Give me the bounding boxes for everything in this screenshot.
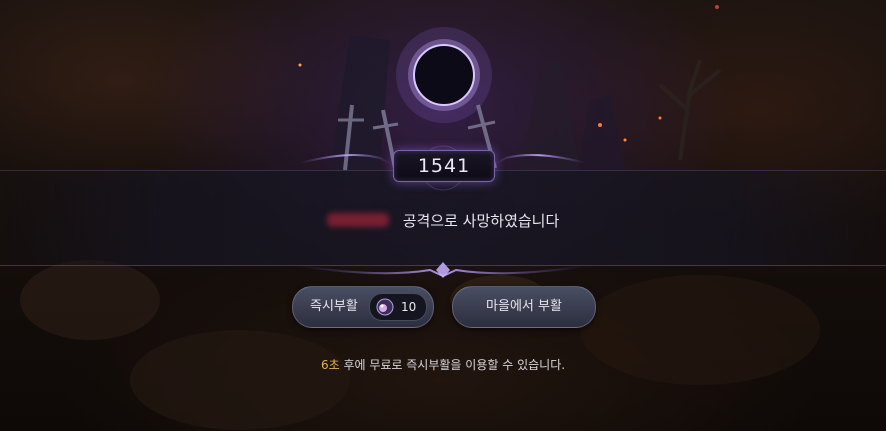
instant-revive-button[interactable]: 즉시부활 10: [292, 286, 434, 328]
town-revive-label: 마을에서 부활: [486, 299, 562, 314]
town-revive-button[interactable]: 마을에서 부활: [452, 286, 596, 328]
death-screen: 1541 공격으로 사망하였습니다 즉시부활 10 마을에서 부활 6초 후에 …: [0, 0, 886, 431]
death-message: 공격으로 사망하였습니다: [0, 210, 886, 231]
death-message-text: 공격으로 사망하였습니다: [402, 212, 560, 230]
revive-cost-value: 10: [401, 300, 417, 314]
attacker-name-blurred: [326, 213, 389, 227]
free-revive-text: 후에 무료로 즉시부활을 이용할 수 있습니다.: [339, 358, 566, 372]
revive-timer: 1541: [393, 150, 495, 182]
free-revive-seconds: 6초: [320, 358, 340, 372]
free-revive-notice: 6초 후에 무료로 즉시부활을 이용할 수 있습니다.: [0, 356, 886, 373]
revive-gem-icon: [376, 298, 394, 316]
instant-revive-label: 즉시부활: [310, 299, 358, 314]
revive-cost-badge: 10: [369, 293, 427, 321]
